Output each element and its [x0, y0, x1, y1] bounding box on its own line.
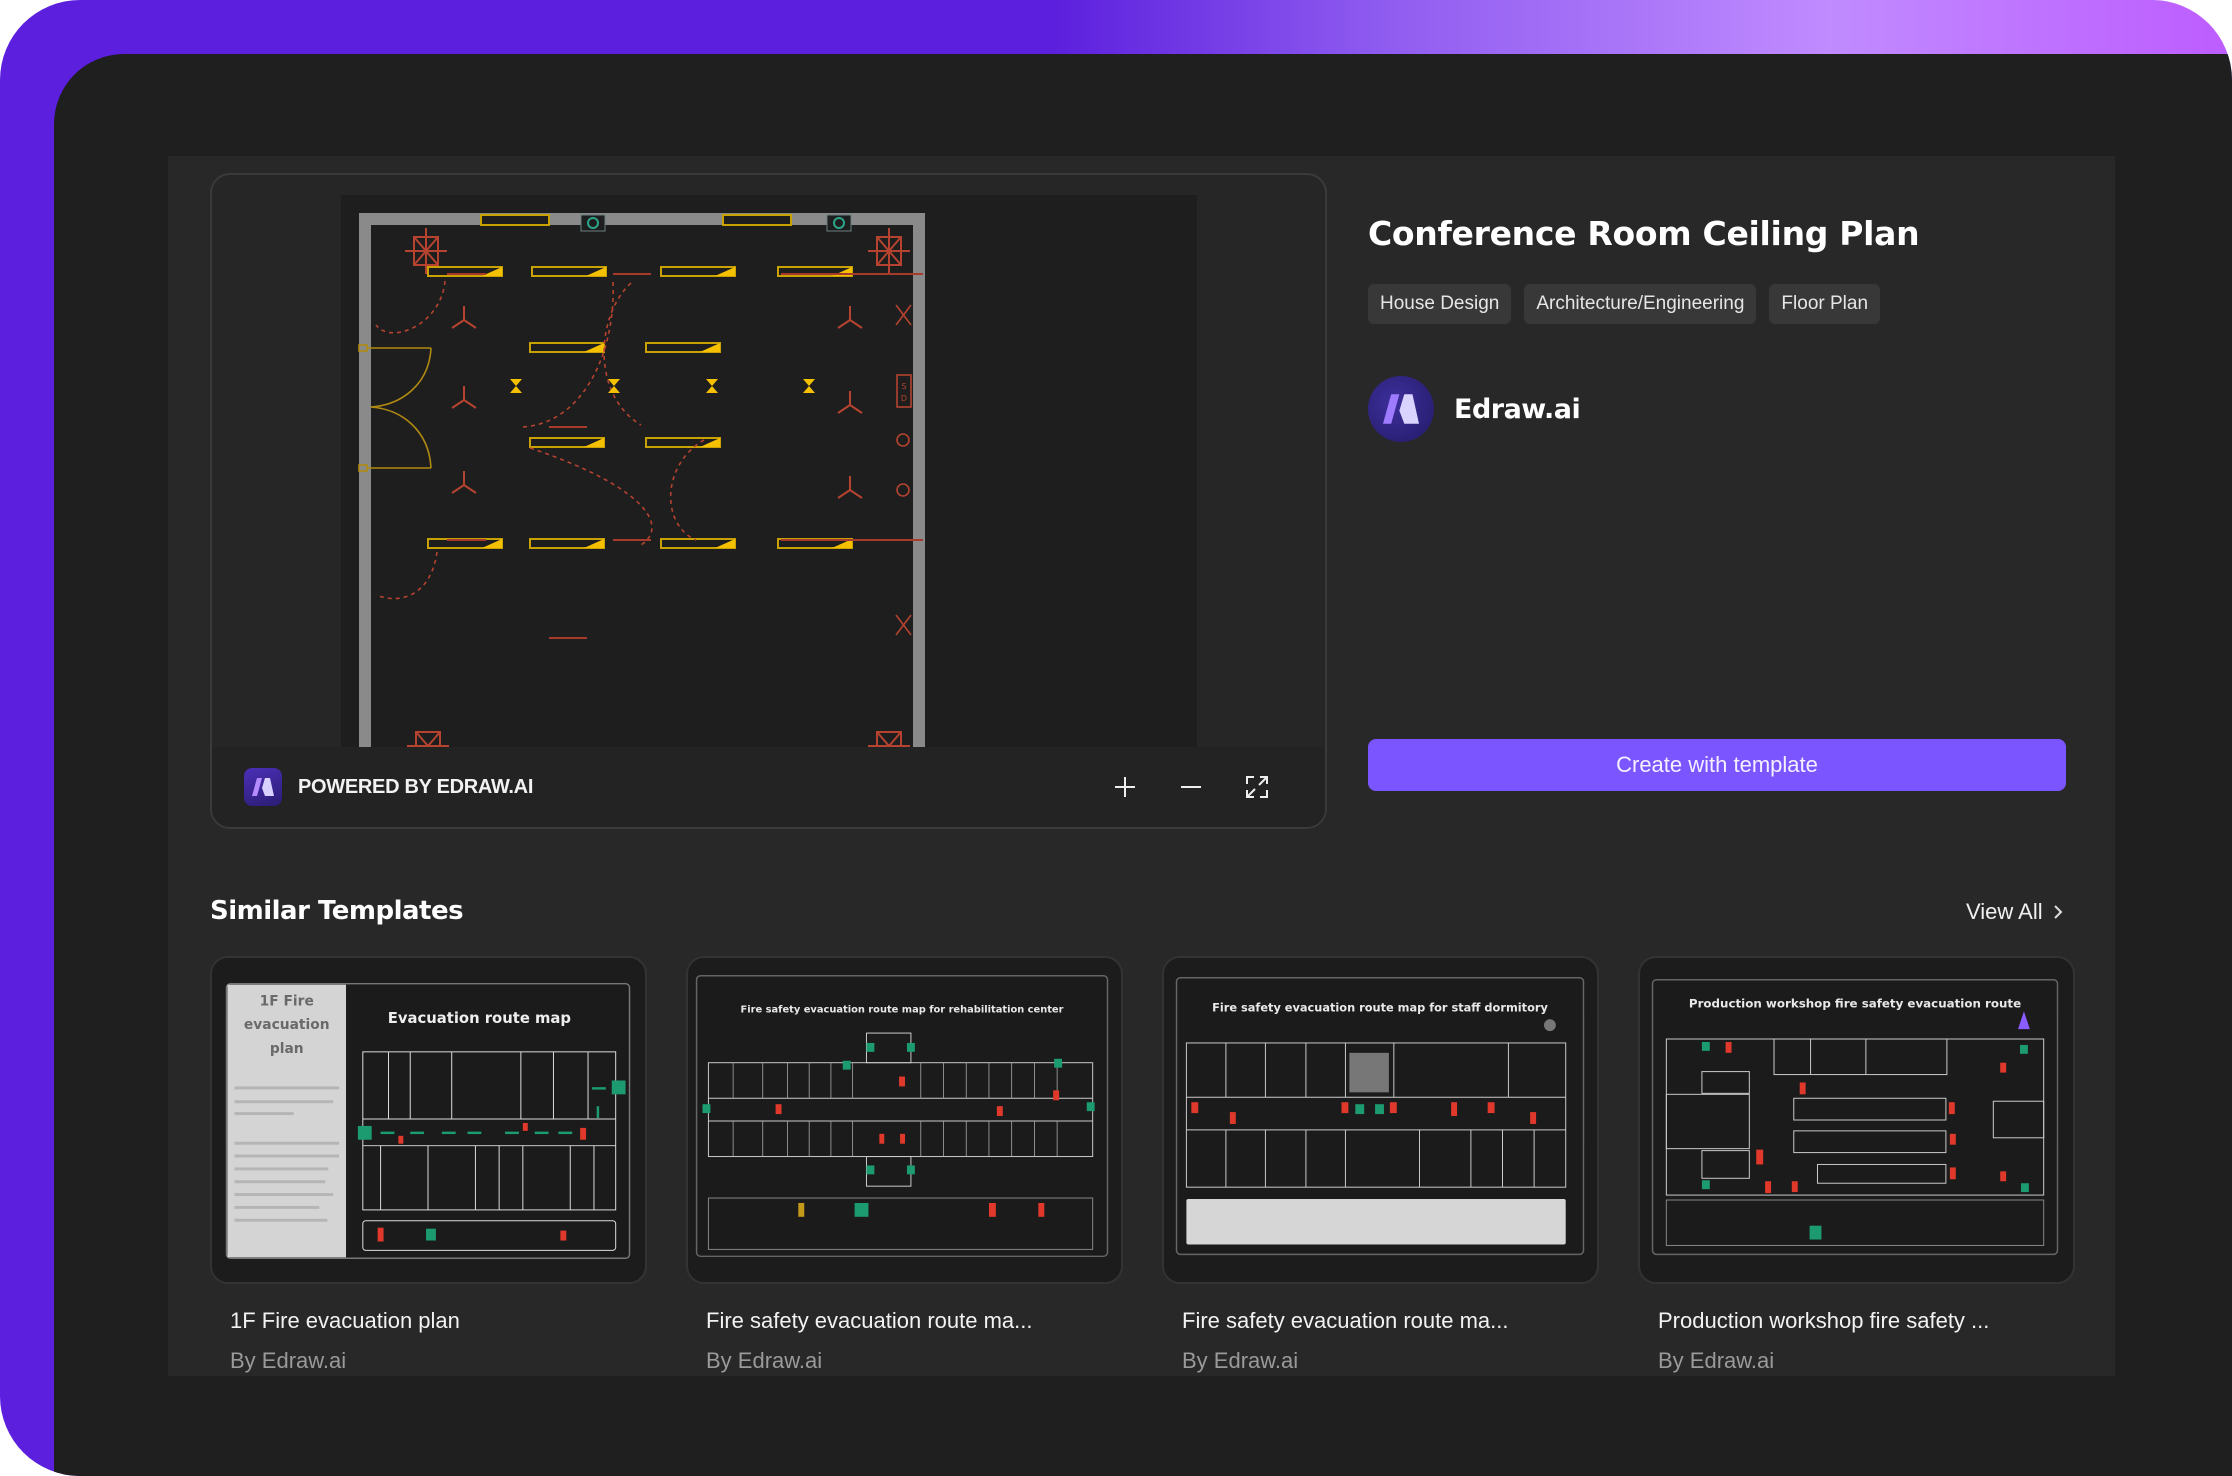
template-card-author: By Edraw.ai — [706, 1348, 823, 1373]
ceiling-fan-icon — [837, 391, 863, 414]
linear-light-icon — [645, 342, 721, 353]
template-thumbnail: Fire safety evacuation route map for reh… — [686, 956, 1123, 1284]
svg-text:1F Fire: 1F Fire — [260, 993, 314, 1009]
view-all-link[interactable]: View All — [1966, 899, 2063, 925]
panel-label: S — [901, 382, 906, 391]
template-card-title: Production workshop fire safety ... — [1658, 1308, 1990, 1333]
template-thumbnail: Production workshop fire safety evacuati… — [1638, 956, 2075, 1284]
ceiling-fan-icon — [837, 476, 863, 499]
template-card-title: Fire safety evacuation route ma... — [1182, 1308, 1509, 1333]
avatar — [1368, 376, 1434, 442]
linear-light-icon — [529, 538, 605, 549]
ceiling-fan-icon — [837, 306, 863, 329]
downlight-icon — [608, 379, 620, 393]
linear-light-icon — [660, 538, 736, 549]
vent-fan-icon — [826, 214, 852, 232]
wall-devices — [895, 304, 912, 636]
ceiling-fan-icon — [451, 386, 477, 409]
air-diffusers — [405, 228, 910, 751]
template-card[interactable]: Fire safety evacuation route map for sta… — [1162, 956, 1599, 1374]
linear-light-icon — [645, 437, 721, 448]
linear-light-icon — [529, 342, 605, 353]
zoom-out-button[interactable] — [1175, 771, 1207, 803]
downlight-icon — [706, 379, 718, 393]
preview-toolbar: POWERED BY EDRAW.AI — [212, 747, 1325, 827]
expand-icon — [1246, 776, 1268, 798]
template-detail-panel: S D POWERED BY EDRAW.AI Conference Room … — [168, 156, 2115, 1376]
speaker-icon — [896, 483, 910, 497]
linear-light-icon — [531, 266, 607, 277]
template-card[interactable]: Production workshop fire safety evacuati… — [1638, 956, 2075, 1374]
template-card[interactable]: 1F Fire evacuation plan Evacuation route… — [210, 956, 647, 1374]
template-card-author: By Edraw.ai — [1658, 1348, 1775, 1373]
svg-text:evacuation: evacuation — [244, 1017, 330, 1033]
window — [480, 214, 550, 226]
downlight-icon — [510, 379, 522, 393]
template-card-author: By Edraw.ai — [1182, 1348, 1299, 1373]
vent-fan-icon — [580, 214, 606, 232]
edraw-logo-icon — [244, 768, 282, 806]
tag-architecture-engineering[interactable]: Architecture/Engineering — [1524, 284, 1757, 324]
author-name: Edraw.ai — [1454, 393, 1581, 425]
similar-templates-list: 1F Fire evacuation plan Evacuation route… — [210, 956, 2075, 1374]
template-card-title: Fire safety evacuation route ma... — [706, 1308, 1033, 1333]
template-thumbnail: 1F Fire evacuation plan Evacuation route… — [210, 956, 647, 1284]
tag-floor-plan[interactable]: Floor Plan — [1769, 284, 1881, 324]
walls — [359, 213, 925, 751]
similar-templates-heading: Similar Templates — [210, 896, 464, 926]
create-with-template-button[interactable]: Create with template — [1368, 739, 2066, 791]
ceiling-plan-drawing: S D — [358, 213, 925, 751]
template-card-author: By Edraw.ai — [230, 1348, 347, 1373]
chevron-right-icon — [2053, 905, 2063, 919]
thumbnail-title: Fire safety evacuation route map for sta… — [1212, 1000, 1548, 1014]
ceiling-fan-icon — [451, 306, 477, 329]
linear-lights — [427, 266, 853, 549]
template-title: Conference Room Ceiling Plan — [1368, 214, 1920, 253]
thermostat-icon — [896, 433, 910, 447]
powered-by-label: POWERED BY EDRAW.AI — [298, 775, 534, 798]
thumbnail-title: Fire safety evacuation route map for reh… — [741, 1004, 1064, 1015]
thumbnail-title: Production workshop fire safety evacuati… — [1689, 996, 2021, 1010]
thumbnail-title: Evacuation route map — [388, 1010, 571, 1027]
diffuser-icon — [868, 228, 910, 274]
zoom-in-button[interactable] — [1109, 771, 1141, 803]
template-thumbnail: Fire safety evacuation route map for sta… — [1162, 956, 1599, 1284]
view-all-label: View All — [1966, 899, 2043, 924]
template-card-title: 1F Fire evacuation plan — [230, 1308, 460, 1333]
downlight-icon — [803, 379, 815, 393]
author[interactable]: Edraw.ai — [1368, 376, 1581, 442]
linear-light-icon — [529, 437, 605, 448]
plus-icon — [1115, 777, 1135, 797]
tag-house-design[interactable]: House Design — [1368, 284, 1512, 324]
template-card[interactable]: Fire safety evacuation route map for reh… — [686, 956, 1123, 1374]
tag-list: House Design Architecture/Engineering Fl… — [1368, 284, 1881, 324]
ceiling-fan-icon — [451, 471, 477, 494]
template-preview: S D POWERED BY EDRAW.AI — [210, 173, 1327, 829]
svg-text:plan: plan — [270, 1041, 304, 1057]
panel-label: D — [901, 394, 907, 403]
fullscreen-button[interactable] — [1241, 771, 1273, 803]
downlights — [510, 379, 815, 393]
minus-icon — [1181, 786, 1201, 788]
linear-light-icon — [660, 266, 736, 277]
ceiling-fans — [451, 306, 863, 499]
floor-plan-preview[interactable]: S D — [341, 195, 1197, 751]
window — [722, 214, 792, 226]
